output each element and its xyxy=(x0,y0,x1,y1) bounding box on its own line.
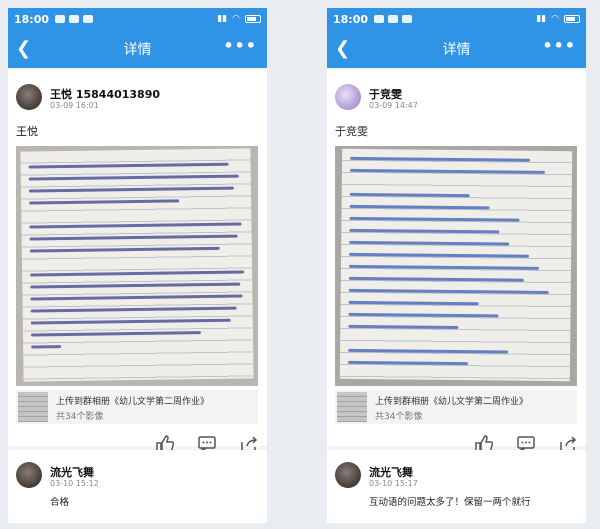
nav-bar: ❮ 详情 ••• xyxy=(8,30,267,68)
post-text: 于竞雯 xyxy=(335,125,368,138)
album-thumbnail xyxy=(337,392,367,422)
notebook-paper xyxy=(20,148,254,382)
notification-icon xyxy=(388,15,399,23)
avatar[interactable] xyxy=(16,462,42,488)
avatar[interactable] xyxy=(16,84,42,110)
homework-photo[interactable] xyxy=(16,146,258,386)
phone-screen-left: 18:00 ▮▮ ◠ ❮ 详情 ••• 王悦 15844013890 03-09… xyxy=(8,8,267,523)
post-time: 03-09 14:47 xyxy=(369,101,418,110)
nav-bar: ❮ 详情 ••• xyxy=(327,30,586,68)
status-bar: 18:00 ▮▮ ◠ xyxy=(8,8,267,30)
phone-screen-right: 18:00 ▮▮ ◠ ❮ 详情 ••• 于竞雯 03-09 14:47 于竞雯 xyxy=(327,8,586,523)
comment-time: 03-10 15:12 xyxy=(50,479,99,488)
album-thumbnail xyxy=(18,392,48,422)
post-card: 于竞雯 03-09 14:47 于竞雯 上传到群相册《幼儿文学第二周作业》 共3… xyxy=(327,70,586,453)
post-time: 03-09 16:01 xyxy=(50,101,99,110)
notification-icon xyxy=(83,15,94,23)
post-author[interactable]: 王悦 15844013890 xyxy=(50,86,160,102)
post-card: 王悦 15844013890 03-09 16:01 王悦 上传到群相册《幼儿文… xyxy=(8,70,267,453)
more-icon[interactable]: ••• xyxy=(223,36,257,55)
notification-icons xyxy=(55,15,94,23)
battery-icon xyxy=(245,15,261,23)
back-icon[interactable]: ❮ xyxy=(335,38,350,59)
back-icon[interactable]: ❮ xyxy=(16,38,31,59)
album-link[interactable]: 上传到群相册《幼儿文学第二周作业》 共34个影像 xyxy=(335,390,577,424)
comment-time: 03-10 15:17 xyxy=(369,479,418,488)
system-icons: ▮▮ ◠ xyxy=(217,14,261,24)
wifi-icon: ◠ xyxy=(551,14,559,24)
album-link[interactable]: 上传到群相册《幼儿文学第二周作业》 共34个影像 xyxy=(16,390,258,424)
avatar[interactable] xyxy=(335,84,361,110)
comment-author[interactable]: 流光飞舞 xyxy=(50,464,94,480)
post-text: 王悦 xyxy=(16,125,38,138)
system-icons: ▮▮ ◠ xyxy=(536,14,580,24)
comment-item: 流光飞舞 03-10 15:12 合格 xyxy=(8,450,267,523)
comment-text: 互动语的问题太多了！保留一两个就行 xyxy=(369,497,531,508)
signal-icon: ▮▮ xyxy=(536,14,547,24)
notification-icons xyxy=(374,15,413,23)
notification-icon xyxy=(374,15,385,23)
status-time: 18:00 xyxy=(333,12,369,26)
notification-icon xyxy=(55,15,66,23)
notification-icon xyxy=(402,15,413,23)
battery-icon xyxy=(564,15,580,23)
album-title: 上传到群相册《幼儿文学第二周作业》 xyxy=(56,397,210,407)
status-time: 18:00 xyxy=(14,12,50,26)
comment-item: 流光飞舞 03-10 15:17 互动语的问题太多了！保留一两个就行 xyxy=(327,450,586,523)
comment-text: 合格 xyxy=(50,497,70,508)
page-title: 详情 xyxy=(442,42,471,58)
notebook-paper xyxy=(339,148,573,382)
comment-author[interactable]: 流光飞舞 xyxy=(369,464,413,480)
homework-photo[interactable] xyxy=(335,146,577,386)
wifi-icon: ◠ xyxy=(232,14,240,24)
more-icon[interactable]: ••• xyxy=(542,36,576,55)
signal-icon: ▮▮ xyxy=(217,14,228,24)
page-title: 详情 xyxy=(123,42,152,58)
album-count: 共34个影像 xyxy=(375,412,423,422)
notification-icon xyxy=(69,15,80,23)
album-title: 上传到群相册《幼儿文学第二周作业》 xyxy=(375,397,529,407)
post-author[interactable]: 于竞雯 xyxy=(369,86,402,102)
avatar[interactable] xyxy=(335,462,361,488)
status-bar: 18:00 ▮▮ ◠ xyxy=(327,8,586,30)
album-count: 共34个影像 xyxy=(56,412,104,422)
